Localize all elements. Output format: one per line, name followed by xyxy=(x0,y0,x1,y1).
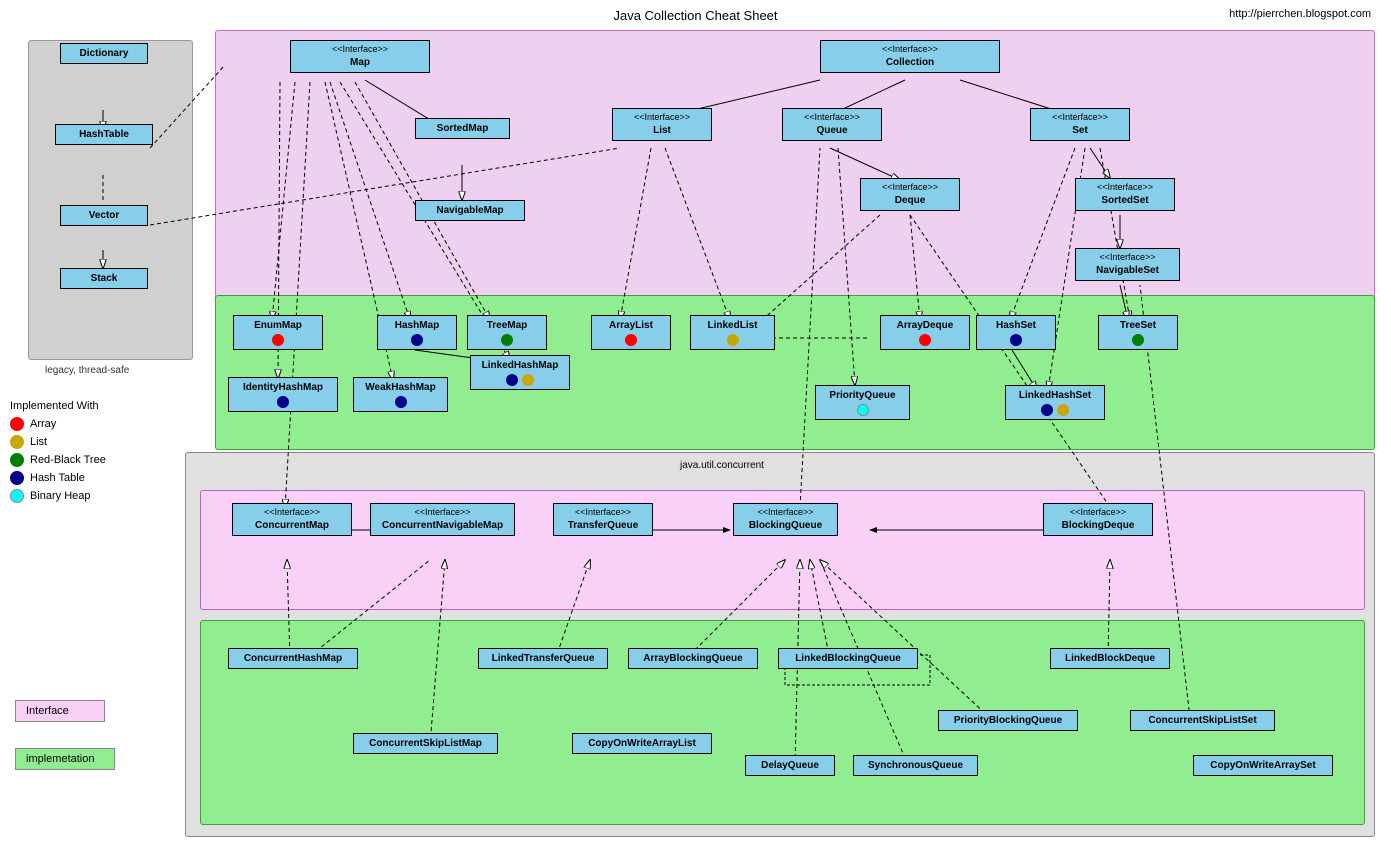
list-label: List xyxy=(30,436,47,448)
deque-box: <<Interface>> Deque xyxy=(860,178,960,211)
collection-box: <<Interface>> Collection xyxy=(820,40,1000,73)
page-title: Java Collection Cheat Sheet xyxy=(613,8,777,23)
delayqueue-box: DelayQueue xyxy=(745,755,835,776)
legend-interface-label: Interface xyxy=(26,705,69,717)
rbt-dot xyxy=(10,453,24,467)
list-box: <<Interface>> List xyxy=(612,108,712,141)
copyonwritearrayset-box: CopyOnWriteArraySet xyxy=(1193,755,1333,776)
hashmap-box: HashMap xyxy=(377,315,457,350)
concurrentskiplistset-box: ConcurrentSkipListSet xyxy=(1130,710,1275,731)
array-label: Array xyxy=(30,418,56,430)
set-box: <<Interface>> Set xyxy=(1030,108,1130,141)
arraylist-box: ArrayList xyxy=(591,315,671,350)
priorityblockingqueue-box: PriorityBlockingQueue xyxy=(938,710,1078,731)
legend-binaryheap: Binary Heap xyxy=(10,489,106,503)
synchronousqueue-box: SynchronousQueue xyxy=(853,755,978,776)
concurrentnavigablemap-box: <<Interface>> ConcurrentNavigableMap xyxy=(370,503,515,536)
legend-array: Array xyxy=(10,417,106,431)
copyonwritearraylist-box: CopyOnWriteArrayList xyxy=(572,733,712,754)
legend-impl-label: implemetation xyxy=(26,753,94,765)
queue-box: <<Interface>> Queue xyxy=(782,108,882,141)
stack-box: Stack xyxy=(60,268,148,289)
rbt-label: Red-Black Tree xyxy=(30,454,106,466)
legend-interface-box: Interface xyxy=(15,700,105,722)
legacy-region xyxy=(28,40,193,360)
linkedlist-box: LinkedList xyxy=(690,315,775,350)
concurrent-label: java.util.concurrent xyxy=(680,460,764,471)
legend-rbt: Red-Black Tree xyxy=(10,453,106,467)
blockingdeque-box: <<Interface>> BlockingDeque xyxy=(1043,503,1153,536)
legend-list: List xyxy=(10,435,106,449)
legacy-label: legacy, thread-safe xyxy=(45,365,129,376)
concurrentmap-box: <<Interface>> ConcurrentMap xyxy=(232,503,352,536)
array-dot xyxy=(10,417,24,431)
legend-title: Implemented With xyxy=(10,400,106,412)
binaryheap-label: Binary Heap xyxy=(30,490,91,502)
vector-box: Vector xyxy=(60,205,148,226)
treemap-box: TreeMap xyxy=(467,315,547,350)
linkedblockdeque-box: LinkedBlockDeque xyxy=(1050,648,1170,669)
weakhashmap-box: WeakHashMap xyxy=(353,377,448,412)
linkedtransferqueue-box: LinkedTransferQueue xyxy=(478,648,608,669)
legend-impl-box: implemetation xyxy=(15,748,115,770)
legend: Implemented With Array List Red-Black Tr… xyxy=(10,400,106,507)
arraydeque-box: ArrayDeque xyxy=(880,315,970,350)
linkedhashmap-box: LinkedHashMap xyxy=(470,355,570,390)
hashtable-label: Hash Table xyxy=(30,472,85,484)
hashtable-box: HashTable xyxy=(55,124,153,145)
dictionary-box: Dictionary xyxy=(60,43,148,64)
hashtable-dot xyxy=(10,471,24,485)
map-box: <<Interface>> Map xyxy=(290,40,430,73)
concurrentskiplistmap-box: ConcurrentSkipListMap xyxy=(353,733,498,754)
list-dot xyxy=(10,435,24,449)
treeset-box: TreeSet xyxy=(1098,315,1178,350)
page-url: http://pierrchen.blogspot.com xyxy=(1229,8,1371,20)
legend-hashtable: Hash Table xyxy=(10,471,106,485)
priorityqueue-box: PriorityQueue xyxy=(815,385,910,420)
sortedmap-box: SortedMap xyxy=(415,118,510,139)
binaryheap-dot xyxy=(10,489,24,503)
arrayblockingqueue-box: ArrayBlockingQueue xyxy=(628,648,758,669)
blockingqueue-box: <<Interface>> BlockingQueue xyxy=(733,503,838,536)
sortedset-box: <<Interface>> SortedSet xyxy=(1075,178,1175,211)
identityhashmap-box: IdentityHashMap xyxy=(228,377,338,412)
hashset-box: HashSet xyxy=(976,315,1056,350)
navigablemap-box: NavigableMap xyxy=(415,200,525,221)
linkedblockingqueue-box: LinkedBlockingQueue xyxy=(778,648,918,669)
navigableset-box: <<Interface>> NavigableSet xyxy=(1075,248,1180,281)
enummap-box: EnumMap xyxy=(233,315,323,350)
transferqueue-box: <<Interface>> TransferQueue xyxy=(553,503,653,536)
linkedhashset-box: LinkedHashSet xyxy=(1005,385,1105,420)
concurrenthashmap-box: ConcurrentHashMap xyxy=(228,648,358,669)
